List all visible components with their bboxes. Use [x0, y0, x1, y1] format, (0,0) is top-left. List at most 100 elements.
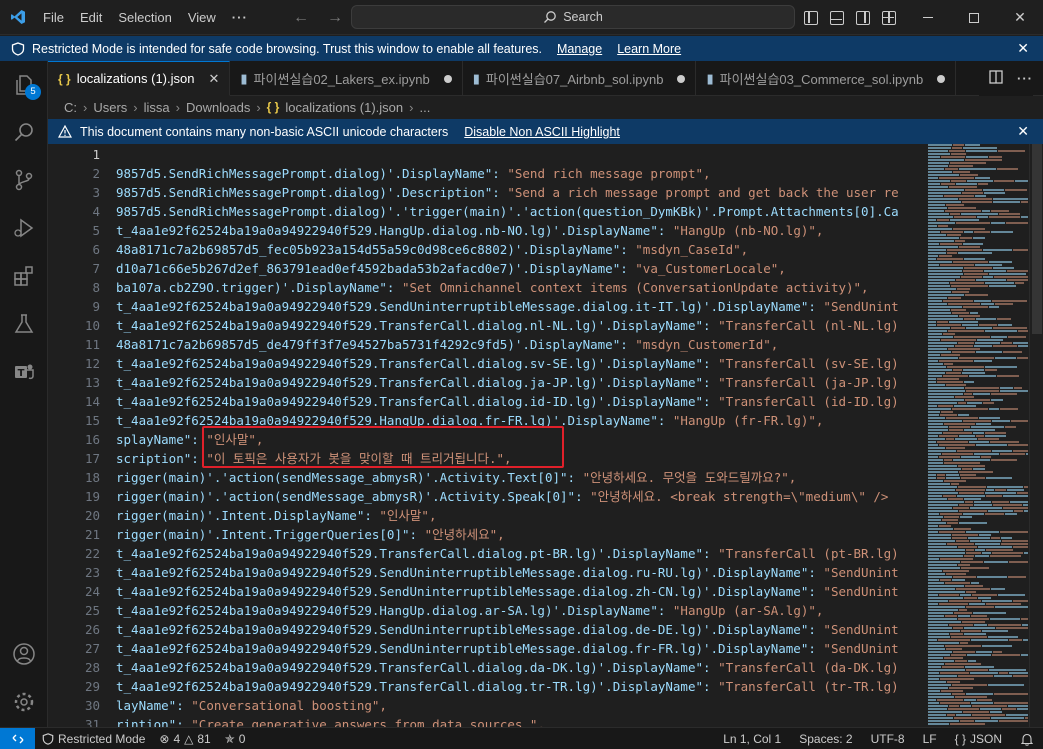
code-line[interactable]: t_4aa1e92f62524ba19a0a94922940f529.Trans…: [116, 544, 899, 563]
breadcrumb-drive[interactable]: C:: [64, 100, 77, 115]
cursor-position[interactable]: Ln 1, Col 1: [714, 728, 790, 749]
menu-file[interactable]: File: [35, 0, 72, 35]
ports-status[interactable]: ✯ 0: [218, 728, 253, 749]
minimap-line: [928, 240, 954, 242]
code-line[interactable]: 48a8171c7a2b69857d5_fec05b923a154d55a59c…: [116, 240, 748, 259]
code-line[interactable]: t_4aa1e92f62524ba19a0a94922940f529.SendU…: [116, 563, 899, 582]
menu-edit[interactable]: Edit: [72, 0, 110, 35]
command-center-search[interactable]: Search: [351, 5, 795, 29]
toggle-primary-sidebar-icon[interactable]: [804, 10, 818, 25]
minimap-line: [937, 381, 963, 383]
eol-status[interactable]: LF: [914, 728, 946, 749]
minimap[interactable]: [928, 144, 1029, 727]
code-line[interactable]: t_4aa1e92f62524ba19a0a94922940f529.Trans…: [116, 373, 899, 392]
code-line[interactable]: rintion": "Create generative answers fro…: [116, 715, 545, 727]
minimap-line: [928, 588, 955, 590]
teams-toolkit-icon[interactable]: T: [11, 359, 37, 385]
code-line[interactable]: rigger(main)'.Intent.DisplayName": "인사말"…: [116, 506, 436, 525]
split-editor-icon[interactable]: [989, 70, 1003, 87]
minimap-line: [928, 306, 962, 308]
settings-gear-icon[interactable]: [11, 689, 37, 715]
search-view-icon[interactable]: [11, 119, 37, 145]
code-line[interactable]: t_4aa1e92f62524ba19a0a94922940f529.SendU…: [116, 582, 899, 601]
code-line[interactable]: d10a71c66e5b267d2ef_863791ead0ef4592bada…: [116, 259, 786, 278]
forward-arrow-icon[interactable]: →: [327, 9, 343, 27]
more-actions-icon[interactable]: ···: [1017, 71, 1033, 86]
menu-view[interactable]: View: [180, 0, 224, 35]
minimap-line: [951, 636, 987, 638]
code-line[interactable]: t_4aa1e92f62524ba19a0a94922940f529.Trans…: [116, 658, 899, 677]
minimap-line: [995, 489, 1006, 491]
code-line[interactable]: 9857d5.SendRichMessagePrompt.dialog)'.'t…: [116, 202, 899, 221]
toggle-secondary-sidebar-icon[interactable]: [856, 10, 870, 25]
chevron-right-icon: ›: [83, 99, 88, 115]
close-icon[interactable]: ✕: [1017, 123, 1029, 140]
source-control-icon[interactable]: [11, 167, 37, 193]
tab-airbnb-notebook[interactable]: ▮ 파이썬실습07_Airbnb_sol.ipynb: [463, 61, 697, 96]
extensions-icon[interactable]: [11, 263, 37, 289]
breadcrumb-users[interactable]: Users: [93, 100, 127, 115]
breadcrumb-downloads[interactable]: Downloads: [186, 100, 250, 115]
breadcrumb-file[interactable]: localizations (1).json: [285, 100, 403, 115]
code-line[interactable]: layName": "Conversational boosting",: [116, 696, 387, 715]
notifications-bell-icon[interactable]: [1011, 728, 1043, 749]
minimap-line: [928, 489, 955, 491]
unsaved-dot-icon[interactable]: [937, 74, 946, 83]
code-line[interactable]: t_4aa1e92f62524ba19a0a94922940f529.Trans…: [116, 316, 899, 335]
code-line[interactable]: 9857d5.SendRichMessagePrompt.dialog)'.Di…: [116, 164, 711, 183]
code-line[interactable]: rigger(main)'.'action(sendMessage_abmysR…: [116, 468, 796, 487]
toggle-panel-icon[interactable]: [830, 10, 844, 25]
minimap-line: [928, 384, 945, 386]
minimap-line: [928, 702, 939, 704]
code-line[interactable]: t_4aa1e92f62524ba19a0a94922940f529.HangU…: [116, 221, 823, 240]
code-line[interactable]: ba107a.cb2Z9O.trigger)'.DisplayName": "S…: [116, 278, 869, 297]
code-line[interactable]: t_4aa1e92f62524ba19a0a94922940f529.Trans…: [116, 392, 899, 411]
scrollbar-thumb[interactable]: [1032, 144, 1042, 334]
minimize-button[interactable]: [905, 0, 951, 35]
customize-layout-icon[interactable]: [882, 10, 896, 25]
language-mode-status[interactable]: { } JSON: [946, 728, 1011, 749]
back-arrow-icon[interactable]: ←: [293, 9, 309, 27]
remote-indicator-icon[interactable]: [0, 727, 35, 749]
unsaved-dot-icon[interactable]: [677, 74, 686, 83]
code-line[interactable]: t_4aa1e92f62524ba19a0a94922940f529.SendU…: [116, 639, 899, 658]
minimap-line: [928, 396, 954, 398]
close-window-button[interactable]: ✕: [997, 0, 1043, 35]
code-editor[interactable]: 1 2 3 4 5 6 7 8 9 10 11 12 13 14 15 16 17 18 19 20 21 22 23 24 2…: [48, 144, 928, 727]
tab-localizations-json[interactable]: { } localizations (1).json ✕: [48, 61, 231, 96]
menu-selection[interactable]: Selection: [110, 0, 179, 35]
disable-non-ascii-link[interactable]: Disable Non ASCII Highlight: [464, 125, 620, 139]
tab-lakers-notebook[interactable]: ▮ 파이썬실습02_Lakers_ex.ipynb: [230, 61, 463, 96]
unsaved-dot-icon[interactable]: [443, 74, 452, 83]
minimap-line: [928, 675, 957, 677]
code-line[interactable]: t_4aa1e92f62524ba19a0a94922940f529.Trans…: [116, 677, 899, 696]
maximize-button[interactable]: [951, 0, 997, 35]
code-line[interactable]: t_4aa1e92f62524ba19a0a94922940f529.SendU…: [116, 297, 899, 316]
code-line[interactable]: t_4aa1e92f62524ba19a0a94922940f529.SendU…: [116, 620, 899, 639]
breadcrumb-user[interactable]: lissa: [144, 100, 170, 115]
close-tab-icon[interactable]: ✕: [208, 71, 219, 87]
testing-flask-icon[interactable]: [11, 311, 37, 337]
vertical-scrollbar[interactable]: [1029, 144, 1043, 727]
breadcrumb-symbol[interactable]: ...: [419, 100, 430, 115]
indentation-status[interactable]: Spaces: 2: [790, 728, 861, 749]
close-icon[interactable]: ✕: [1017, 40, 1029, 57]
code-line[interactable]: rigger(main)'.'action(sendMessage_abmysR…: [116, 487, 888, 506]
code-line[interactable]: rigger(main)'.Intent.TriggerQueries[0]":…: [116, 525, 505, 544]
minimap-line: [928, 528, 953, 530]
json-key-text: layName":: [116, 698, 192, 713]
tab-commerce-notebook[interactable]: ▮ 파이썬실습03_Commerce_sol.ipynb: [696, 61, 957, 96]
restricted-mode-status[interactable]: Restricted Mode: [35, 728, 152, 749]
learn-more-link[interactable]: Learn More: [617, 42, 681, 56]
run-debug-icon[interactable]: [11, 215, 37, 241]
problems-status[interactable]: ⊗ 4 △ 81: [152, 728, 217, 749]
encoding-status[interactable]: UTF-8: [862, 728, 914, 749]
code-line[interactable]: 9857d5.SendRichMessagePrompt.dialog)'.De…: [116, 183, 899, 202]
manage-link[interactable]: Manage: [557, 42, 602, 56]
menu-more-button[interactable]: ···: [224, 0, 256, 35]
code-line[interactable]: 48a8171c7a2b69857d5_de479ff3f7e94527ba57…: [116, 335, 778, 354]
account-icon[interactable]: [11, 641, 37, 667]
code-line[interactable]: t_4aa1e92f62524ba19a0a94922940f529.HangU…: [116, 601, 823, 620]
code-line[interactable]: t_4aa1e92f62524ba19a0a94922940f529.Trans…: [116, 354, 899, 373]
minimap-line: [928, 642, 959, 644]
